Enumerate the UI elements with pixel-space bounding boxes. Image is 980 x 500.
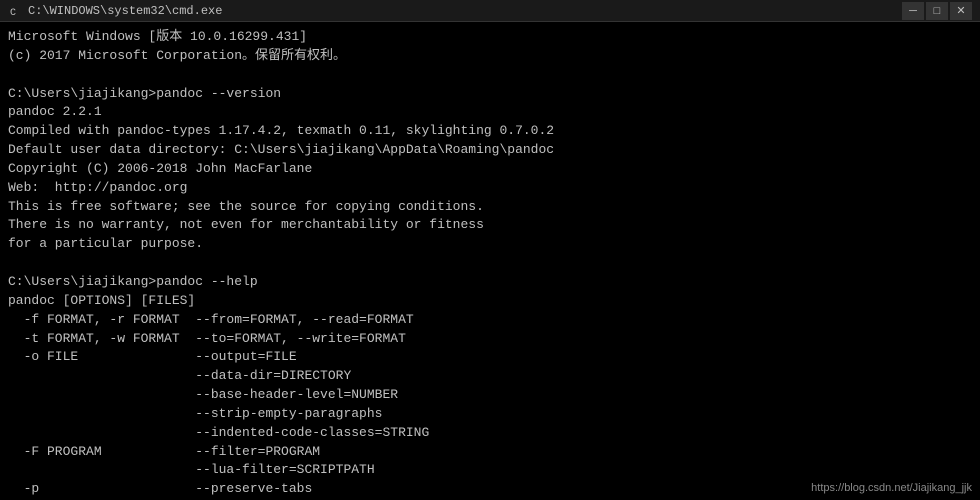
title-bar: C C:\WINDOWS\system32\cmd.exe ─ □ ✕: [0, 0, 980, 22]
terminal-line: for a particular purpose.: [8, 235, 972, 254]
terminal-line: --base-header-level=NUMBER: [8, 386, 972, 405]
terminal-line: Copyright (C) 2006-2018 John MacFarlane: [8, 160, 972, 179]
maximize-button[interactable]: □: [926, 2, 948, 20]
close-button[interactable]: ✕: [950, 2, 972, 20]
terminal-line: Web: http://pandoc.org: [8, 179, 972, 198]
terminal-line: pandoc 2.2.1: [8, 103, 972, 122]
terminal-line: (c) 2017 Microsoft Corporation。保留所有权利。: [8, 47, 972, 66]
terminal-line: pandoc [OPTIONS] [FILES]: [8, 292, 972, 311]
terminal-line: --strip-empty-paragraphs: [8, 405, 972, 424]
terminal-line: -t FORMAT, -w FORMAT --to=FORMAT, --writ…: [8, 330, 972, 349]
terminal-line: --lua-filter=SCRIPTPATH: [8, 461, 972, 480]
terminal-line: Default user data directory: C:\Users\ji…: [8, 141, 972, 160]
minimize-button[interactable]: ─: [902, 2, 924, 20]
terminal-line: Compiled with pandoc-types 1.17.4.2, tex…: [8, 122, 972, 141]
terminal-body: Microsoft Windows [版本 10.0.16299.431](c)…: [0, 22, 980, 500]
terminal-line: Microsoft Windows [版本 10.0.16299.431]: [8, 28, 972, 47]
window-title: C:\WINDOWS\system32\cmd.exe: [28, 4, 222, 18]
terminal-line: -F PROGRAM --filter=PROGRAM: [8, 443, 972, 462]
terminal-line: [8, 254, 972, 273]
watermark: https://blog.csdn.net/Jiajikang_jjk: [811, 482, 972, 494]
title-bar-left: C C:\WINDOWS\system32\cmd.exe: [8, 4, 222, 18]
cmd-icon: C: [8, 4, 22, 18]
window-controls: ─ □ ✕: [902, 2, 972, 20]
svg-text:C: C: [10, 8, 16, 18]
terminal-line: --data-dir=DIRECTORY: [8, 367, 972, 386]
terminal-line: [8, 66, 972, 85]
terminal-line: -f FORMAT, -r FORMAT --from=FORMAT, --re…: [8, 311, 972, 330]
terminal-line: --indented-code-classes=STRING: [8, 424, 972, 443]
terminal-line: This is free software; see the source fo…: [8, 198, 972, 217]
terminal-line: -o FILE --output=FILE: [8, 348, 972, 367]
terminal-line: C:\Users\jiajikang>pandoc --help: [8, 273, 972, 292]
terminal-line: C:\Users\jiajikang>pandoc --version: [8, 85, 972, 104]
terminal-line: There is no warranty, not even for merch…: [8, 216, 972, 235]
